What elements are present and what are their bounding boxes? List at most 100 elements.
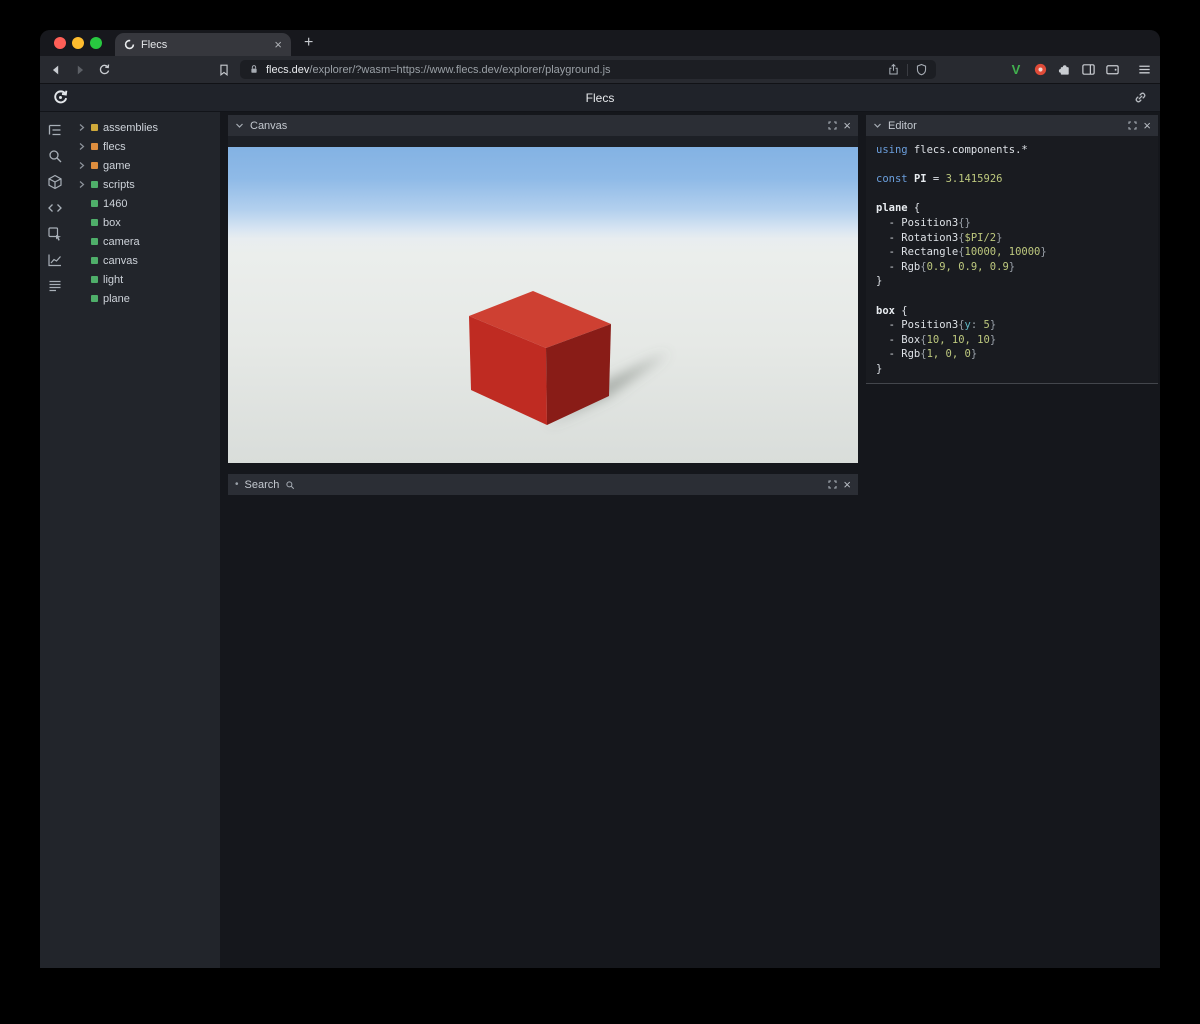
tree-item-assemblies[interactable]: assemblies bbox=[70, 118, 220, 137]
close-window-button[interactable] bbox=[54, 37, 66, 49]
zoom-window-button[interactable] bbox=[90, 37, 102, 49]
code-line bbox=[876, 158, 1148, 173]
flecs-logo-icon bbox=[52, 89, 69, 106]
entities-icon[interactable] bbox=[47, 174, 63, 190]
tree-expand-icon[interactable] bbox=[77, 142, 86, 151]
extension-icons: V bbox=[1008, 62, 1152, 78]
code-line: - Rectangle{10000, 10000} bbox=[876, 245, 1148, 260]
menu-icon[interactable] bbox=[1136, 62, 1152, 78]
back-button[interactable] bbox=[48, 62, 64, 78]
collapsed-bullet-icon[interactable]: • bbox=[235, 479, 239, 490]
tree-item-flecs[interactable]: flecs bbox=[70, 137, 220, 156]
tree-item-box[interactable]: box bbox=[70, 213, 220, 232]
tree-item-label: box bbox=[103, 217, 121, 229]
entity-color-swatch bbox=[91, 295, 98, 302]
tree-item-camera[interactable]: camera bbox=[70, 232, 220, 251]
hierarchy-icon[interactable] bbox=[47, 122, 63, 138]
sidebar-toggle-icon[interactable] bbox=[1080, 62, 1096, 78]
3d-scene bbox=[228, 147, 858, 463]
address-bar-actions bbox=[887, 63, 928, 76]
tree-item-label: assemblies bbox=[103, 122, 158, 134]
search-icon[interactable] bbox=[47, 148, 63, 164]
tree-expand-icon[interactable] bbox=[77, 161, 86, 170]
chevron-down-icon[interactable] bbox=[235, 122, 244, 129]
canvas-panel-title: Canvas bbox=[250, 120, 287, 132]
share-link-icon[interactable] bbox=[1133, 90, 1148, 105]
lock-icon[interactable] bbox=[248, 63, 260, 76]
new-tab-button[interactable]: + bbox=[304, 35, 313, 51]
browser-tab[interactable]: Flecs × bbox=[115, 33, 291, 56]
canvas-panel-body bbox=[228, 136, 858, 463]
search-panel-header: • Search × bbox=[228, 474, 858, 495]
vimium-extension-icon[interactable]: V bbox=[1008, 62, 1024, 77]
code-line: plane { bbox=[876, 201, 1148, 216]
address-bar[interactable]: flecs.dev/explorer/?wasm=https://www.fle… bbox=[240, 60, 936, 79]
search-panel-title: Search bbox=[245, 479, 280, 491]
tree-expand-icon[interactable] bbox=[77, 180, 86, 189]
reload-button[interactable] bbox=[96, 62, 112, 78]
code-line bbox=[876, 289, 1148, 304]
code-line: - Rgb{1, 0, 0} bbox=[876, 347, 1148, 362]
browser-window: Flecs × + bbox=[40, 30, 1160, 968]
expand-icon[interactable] bbox=[828, 121, 837, 130]
stats-icon[interactable] bbox=[47, 278, 63, 294]
tree-item-label: plane bbox=[103, 293, 130, 305]
expand-icon[interactable] bbox=[1128, 121, 1137, 130]
tree-item-label: camera bbox=[103, 236, 140, 248]
editor-panel-header: Editor × bbox=[866, 115, 1158, 136]
tree-expand-spacer bbox=[77, 294, 86, 303]
entity-color-swatch bbox=[91, 257, 98, 264]
tree-item-1460[interactable]: 1460 bbox=[70, 194, 220, 213]
extensions-puzzle-icon[interactable] bbox=[1056, 62, 1072, 78]
entity-color-swatch bbox=[91, 181, 98, 188]
share-icon[interactable] bbox=[887, 63, 900, 76]
canvas-panel: Canvas × bbox=[228, 115, 858, 463]
code-line: } bbox=[876, 274, 1148, 289]
code-icon[interactable] bbox=[47, 200, 63, 216]
minimize-window-button[interactable] bbox=[72, 37, 84, 49]
red-extension-icon[interactable] bbox=[1032, 62, 1048, 78]
entity-color-swatch bbox=[91, 162, 98, 169]
close-icon[interactable]: × bbox=[843, 119, 851, 132]
code-editor[interactable]: using flecs.components.* const PI = 3.14… bbox=[866, 136, 1158, 383]
browser-tabstrip: Flecs × + bbox=[40, 30, 1160, 56]
chevron-down-icon[interactable] bbox=[873, 122, 882, 129]
tree-item-canvas[interactable]: canvas bbox=[70, 251, 220, 270]
close-icon[interactable]: × bbox=[843, 478, 851, 491]
divider bbox=[907, 64, 908, 76]
tree-item-light[interactable]: light bbox=[70, 270, 220, 289]
shield-icon[interactable] bbox=[915, 63, 928, 76]
wallet-icon[interactable] bbox=[1104, 62, 1120, 78]
code-line: - Position3{y: 5} bbox=[876, 318, 1148, 333]
page-title: Flecs bbox=[40, 91, 1160, 105]
tree-expand-spacer bbox=[77, 199, 86, 208]
entity-color-swatch bbox=[91, 200, 98, 207]
tree-item-plane[interactable]: plane bbox=[70, 289, 220, 308]
forward-button[interactable] bbox=[72, 62, 88, 78]
code-line: - Position3{} bbox=[876, 216, 1148, 231]
code-line: const PI = 3.1415926 bbox=[876, 172, 1148, 187]
code-line: - Rotation3{$PI/2} bbox=[876, 231, 1148, 246]
editor-panel-title: Editor bbox=[888, 120, 917, 132]
url-path: /explorer/?wasm=https://www.flecs.dev/ex… bbox=[309, 64, 610, 76]
flecs-favicon-icon bbox=[124, 39, 135, 50]
3d-viewport[interactable] bbox=[228, 147, 858, 463]
inspect-icon[interactable] bbox=[47, 226, 63, 242]
entity-color-swatch bbox=[91, 143, 98, 150]
chart-icon[interactable] bbox=[47, 252, 63, 268]
browser-toolbar: flecs.dev/explorer/?wasm=https://www.fle… bbox=[40, 56, 1160, 84]
tree-item-label: flecs bbox=[103, 141, 126, 153]
url-text: flecs.dev/explorer/?wasm=https://www.fle… bbox=[266, 64, 881, 76]
tree-item-label: scripts bbox=[103, 179, 135, 191]
close-icon[interactable]: × bbox=[1143, 119, 1151, 132]
bookmark-icon[interactable] bbox=[216, 62, 232, 78]
tree-item-game[interactable]: game bbox=[70, 156, 220, 175]
entity-color-swatch bbox=[91, 219, 98, 226]
expand-icon[interactable] bbox=[828, 480, 837, 489]
tree-expand-icon[interactable] bbox=[77, 123, 86, 132]
app-header: Flecs bbox=[40, 84, 1160, 112]
tree-item-label: 1460 bbox=[103, 198, 127, 210]
tree-item-scripts[interactable]: scripts bbox=[70, 175, 220, 194]
code-line: using flecs.components.* bbox=[876, 143, 1148, 158]
tab-close-icon[interactable]: × bbox=[274, 38, 282, 51]
